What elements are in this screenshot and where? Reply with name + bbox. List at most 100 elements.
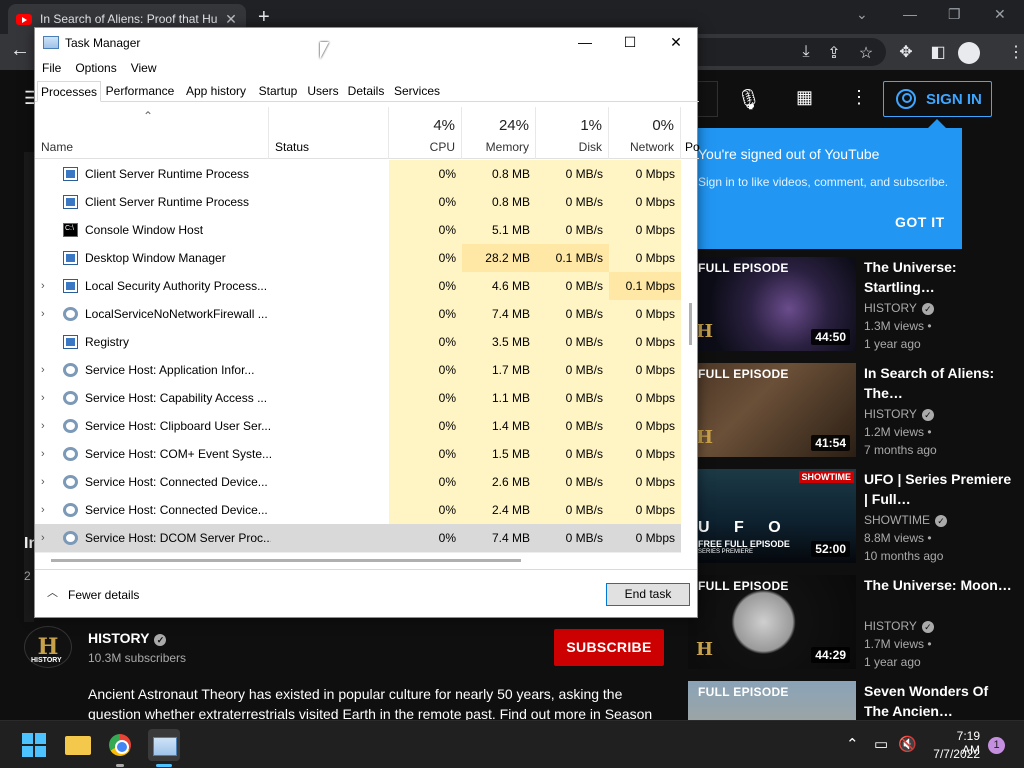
tab-startup[interactable]: Startup: [254, 81, 302, 102]
got-it-button[interactable]: GOT IT: [895, 214, 945, 230]
chrome-icon[interactable]: [104, 729, 136, 767]
tab-details[interactable]: Details: [344, 81, 388, 102]
column-cpu[interactable]: 4% CPU: [389, 107, 462, 159]
video-title[interactable]: UFO | Series Premiere | Full…: [864, 469, 1014, 509]
video-title[interactable]: Seven Wonders Of The Ancien…: [864, 681, 1014, 720]
column-status[interactable]: Status: [269, 107, 389, 159]
restore-icon[interactable]: ❐: [948, 6, 961, 23]
process-row[interactable]: Client Server Runtime Process 0% 0.8 MB 0 M…: [35, 160, 681, 188]
back-arrow-icon[interactable]: ←: [10, 39, 30, 62]
video-title[interactable]: In Search of Aliens: The…: [864, 363, 1014, 403]
process-row[interactable]: › Service Host: COM+ Event Syste... 0% 1.5 …: [35, 440, 681, 468]
task-manager-taskbar-icon[interactable]: [148, 729, 180, 767]
close-icon[interactable]: ✕: [994, 6, 1006, 23]
column-memory[interactable]: 24% Memory: [462, 107, 536, 159]
process-row[interactable]: Console Window Host 0%5.1 MB0 MB/s0 Mbps: [35, 216, 681, 244]
tab-users[interactable]: Users: [304, 81, 342, 102]
process-row[interactable]: › Service Host: Connected Device... 0% 2.4 …: [35, 496, 681, 524]
expand-chevron-icon[interactable]: ›: [41, 272, 53, 300]
tab-app-history[interactable]: App history: [180, 81, 252, 102]
tab-search-icon[interactable]: ⌄: [856, 6, 868, 23]
yt-more-icon[interactable]: ⋮: [850, 87, 868, 108]
file-explorer-icon[interactable]: [62, 729, 94, 761]
video-thumbnail[interactable]: FULL EPISODE: [688, 681, 856, 720]
tab-services[interactable]: Services: [390, 81, 444, 102]
vertical-scrollbar-thumb[interactable]: [689, 303, 692, 345]
start-windows-icon[interactable]: [18, 729, 50, 761]
horizontal-scrollbar-thumb[interactable]: [51, 559, 521, 562]
yt-sign-in-button[interactable]: SIGN IN: [883, 81, 992, 117]
process-row[interactable]: › Service Host: Clipboard User Ser... 0% 1.…: [35, 412, 681, 440]
expand-chevron-icon[interactable]: ›: [41, 496, 53, 524]
video-thumbnail[interactable]: SHOWTIME U F O FREE FULL EPISODE SERIES …: [688, 469, 856, 563]
column-disk[interactable]: 1% Disk: [536, 107, 609, 159]
notification-badge[interactable]: 1: [988, 737, 1005, 754]
tab-performance[interactable]: Performance: [102, 81, 178, 102]
expand-chevron-icon[interactable]: ›: [41, 300, 53, 328]
related-video[interactable]: FULL EPISODE H 44:29 The Universe: Moon……: [688, 575, 1024, 675]
channel-avatar[interactable]: H HISTORY: [24, 626, 72, 668]
chevron-up-icon[interactable]: ︿: [47, 584, 58, 600]
process-row[interactable]: › LocalServiceNoNetworkFirewall ... 0% 7.4 …: [35, 300, 681, 328]
yt-apps-grid-icon[interactable]: ▦: [796, 87, 813, 108]
extensions-puzzle-icon[interactable]: ✥: [896, 42, 916, 62]
subscribe-button[interactable]: SUBSCRIBE: [554, 629, 664, 666]
related-video[interactable]: FULL EPISODE H 44:50 The Universe: Start…: [688, 257, 1024, 357]
process-row[interactable]: › Service Host: Capability Access ... 0% 1.…: [35, 384, 681, 412]
menu-options[interactable]: Options: [68, 59, 123, 79]
install-icon[interactable]: ⤓: [796, 43, 816, 61]
volume-muted-icon[interactable]: 🔇: [898, 735, 917, 753]
process-row[interactable]: › Local Security Authority Process... 0% 4.…: [35, 272, 681, 300]
process-row[interactable]: Client Server Runtime Process 0% 0.8 MB 0 M…: [35, 188, 681, 216]
chrome-menu-icon[interactable]: ⋮: [1008, 42, 1024, 62]
expand-chevron-icon[interactable]: ›: [41, 412, 53, 440]
tm-minimize-icon[interactable]: —: [570, 34, 600, 50]
related-video[interactable]: SHOWTIME U F O FREE FULL EPISODE SERIES …: [688, 469, 1024, 569]
related-video[interactable]: FULL EPISODE Seven Wonders Of The Ancien…: [688, 681, 1024, 720]
tm-title-bar[interactable]: Task Manager — ☐ ✕: [35, 28, 697, 58]
column-power[interactable]: Po: [681, 107, 700, 159]
video-channel[interactable]: HISTORY ✓: [864, 407, 934, 421]
column-name[interactable]: ⌃ Name: [35, 107, 269, 159]
channel-name[interactable]: HISTORY ✓: [88, 630, 167, 646]
related-video[interactable]: FULL EPISODE H 41:54 In Search of Aliens…: [688, 363, 1024, 463]
video-thumbnail[interactable]: FULL EPISODE H 44:29: [688, 575, 856, 669]
menu-view[interactable]: View: [124, 59, 164, 79]
column-network[interactable]: 0% Network: [609, 107, 681, 159]
tm-close-icon[interactable]: ✕: [661, 34, 691, 51]
bookmark-star-icon[interactable]: ☆: [856, 43, 876, 63]
process-row[interactable]: › Service Host: Connected Device... 0% 2.6 …: [35, 468, 681, 496]
fewer-details-link[interactable]: Fewer details: [68, 588, 139, 602]
video-channel[interactable]: HISTORY ✓: [864, 301, 934, 315]
expand-chevron-icon[interactable]: ›: [41, 440, 53, 468]
profile-avatar-icon[interactable]: [958, 42, 980, 64]
expand-chevron-icon[interactable]: ›: [41, 524, 53, 552]
menu-file[interactable]: File: [35, 59, 68, 79]
minimize-icon[interactable]: —: [903, 6, 917, 22]
process-row[interactable]: Registry 0% 3.5 MB 0 MB/s 0 Mbps: [35, 328, 681, 356]
process-row[interactable]: › Service Host: DCOM Server Proc... 0% 7.4 …: [35, 524, 681, 552]
tab-processes[interactable]: Processes: [37, 81, 101, 102]
new-tab-button[interactable]: +: [258, 6, 270, 29]
video-thumbnail[interactable]: FULL EPISODE H 44:50: [688, 257, 856, 351]
process-row[interactable]: Desktop Window Manager 0% 28.2 MB 0.1 MB/s 0…: [35, 244, 681, 272]
video-channel[interactable]: HISTORY ✓: [864, 619, 934, 633]
expand-chevron-icon[interactable]: ›: [41, 468, 53, 496]
side-panel-icon[interactable]: ◧: [928, 42, 948, 62]
expand-chevron-icon[interactable]: ›: [41, 384, 53, 412]
tm-maximize-icon[interactable]: ☐: [615, 34, 645, 51]
address-bar[interactable]: ⤓ ⇪ ☆: [690, 38, 886, 66]
clock-date[interactable]: 7/7/2022: [928, 747, 980, 761]
yt-mic-icon[interactable]: 🎙: [736, 87, 761, 112]
tab-close-icon[interactable]: ✕: [224, 11, 238, 28]
video-thumbnail[interactable]: FULL EPISODE H 41:54: [688, 363, 856, 457]
process-row[interactable]: › Service Host: Application Infor... 0% 1.7…: [35, 356, 681, 384]
expand-chevron-icon[interactable]: ›: [41, 356, 53, 384]
network-icon[interactable]: ▭: [874, 735, 888, 753]
end-task-button[interactable]: End task: [606, 583, 690, 606]
video-title[interactable]: The Universe: Startling…: [864, 257, 1014, 297]
share-icon[interactable]: ⇪: [824, 43, 844, 63]
show-hidden-icons-chevron-icon[interactable]: ⌃: [846, 735, 859, 753]
video-channel[interactable]: SHOWTIME ✓: [864, 513, 947, 527]
video-title[interactable]: The Universe: Moon…: [864, 575, 1014, 595]
